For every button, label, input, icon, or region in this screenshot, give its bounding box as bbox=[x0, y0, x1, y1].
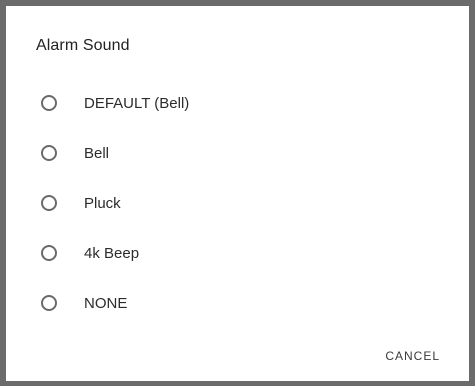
radio-button-icon[interactable] bbox=[41, 195, 57, 211]
option-bell[interactable]: Bell bbox=[32, 131, 432, 175]
option-label: NONE bbox=[84, 294, 128, 312]
option-label: Pluck bbox=[84, 194, 121, 212]
option-pluck[interactable]: Pluck bbox=[32, 181, 432, 225]
radio-button-icon[interactable] bbox=[41, 95, 57, 111]
option-label: DEFAULT (Bell) bbox=[84, 94, 190, 112]
option-default-bell[interactable]: DEFAULT (Bell) bbox=[32, 81, 432, 125]
option-4k-beep[interactable]: 4k Beep bbox=[32, 231, 432, 275]
radio-button-icon[interactable] bbox=[41, 145, 57, 161]
cancel-button[interactable]: CANCEL bbox=[383, 345, 442, 367]
dialog-title: Alarm Sound bbox=[36, 37, 130, 54]
option-label: 4k Beep bbox=[84, 244, 140, 262]
radio-button-icon[interactable] bbox=[41, 245, 57, 261]
alarm-sound-dialog: Alarm Sound DEFAULT (Bell) Bell Pluck 4k… bbox=[0, 0, 475, 386]
radio-button-icon[interactable] bbox=[41, 295, 57, 311]
option-none[interactable]: NONE bbox=[32, 281, 432, 325]
option-label: Bell bbox=[84, 144, 110, 162]
